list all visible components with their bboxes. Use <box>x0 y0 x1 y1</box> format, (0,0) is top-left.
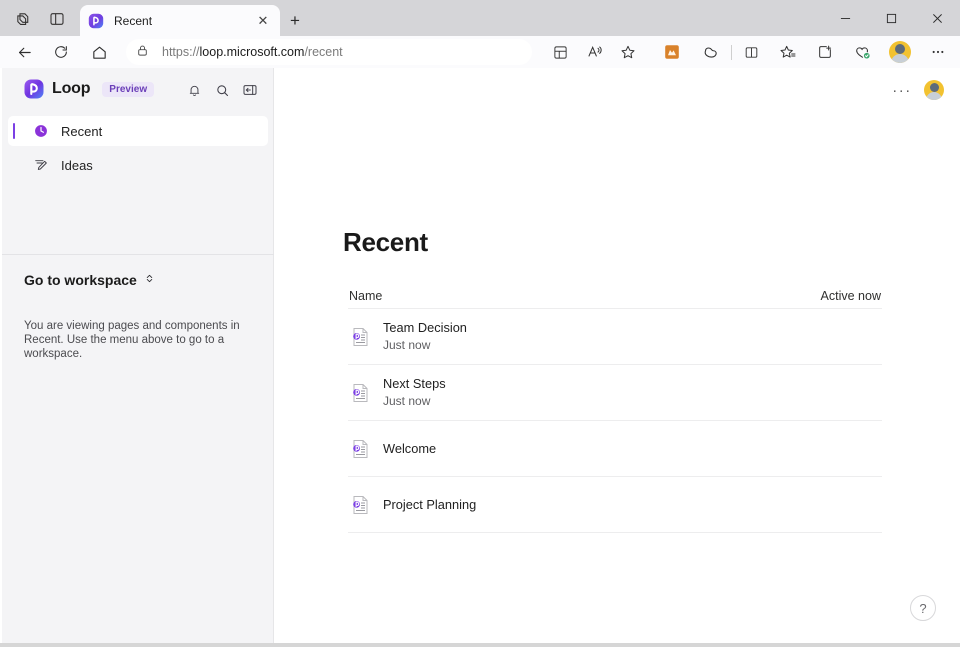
sidebar-item-recent[interactable]: Recent <box>8 116 268 146</box>
lock-icon <box>136 44 152 60</box>
collapse-panel-icon[interactable] <box>240 80 260 100</box>
url-scheme: https:// <box>162 45 200 59</box>
sidebar-header: Loop Preview <box>2 68 274 110</box>
loop-page-icon <box>348 381 372 405</box>
close-tab-icon[interactable]: ✕ <box>254 12 272 30</box>
home-icon[interactable] <box>87 40 111 64</box>
collections-icon[interactable] <box>813 40 837 64</box>
list-item-title: Next Steps <box>383 376 446 392</box>
back-arrow-icon[interactable] <box>12 40 36 64</box>
list-item-subtitle: Just now <box>383 338 467 353</box>
page-title: Recent <box>343 227 428 258</box>
sidebar-divider <box>2 254 274 255</box>
content-topbar: ··· <box>890 78 944 102</box>
list-item[interactable]: Project Planning <box>348 476 882 532</box>
loop-favicon <box>88 13 104 29</box>
split-screen-icon[interactable] <box>739 40 763 64</box>
loop-page-icon <box>348 493 372 517</box>
list-item[interactable]: Welcome <box>348 420 882 476</box>
list-item-text: Next Steps Just now <box>383 376 446 409</box>
copilot-extension-icon[interactable] <box>698 40 722 64</box>
list-item-title: Team Decision <box>383 320 467 336</box>
maximize-button[interactable] <box>868 0 914 36</box>
browser-tab[interactable]: Recent ✕ <box>80 5 280 36</box>
url-host: loop.microsoft.com <box>200 45 305 59</box>
collections-split-icon[interactable] <box>548 40 572 64</box>
column-header-name: Name <box>349 289 821 303</box>
profile-avatar-icon[interactable] <box>887 39 913 65</box>
loop-wordmark: Loop <box>52 80 90 98</box>
sidebar-nav: Recent Ideas <box>2 116 274 184</box>
workspace-label: Go to workspace <box>24 272 137 288</box>
loop-sidebar: Loop Preview <box>2 68 274 643</box>
address-bar[interactable]: https://loop.microsoft.com/recent <box>126 39 532 65</box>
copilot-cube-icon[interactable] <box>12 8 34 30</box>
window-controls <box>822 0 960 36</box>
new-tab-button[interactable]: + <box>284 9 306 31</box>
list-item-text: Team Decision Just now <box>383 320 467 353</box>
loop-page-icon <box>348 437 372 461</box>
search-icon[interactable] <box>212 80 232 100</box>
column-header-active: Active now <box>821 289 881 303</box>
title-bar: Recent ✕ + <box>0 0 960 36</box>
list-item-title: Welcome <box>383 441 436 457</box>
read-aloud-icon[interactable] <box>583 40 607 64</box>
clock-icon <box>32 122 50 140</box>
browser-window: Recent ✕ + <box>0 0 960 647</box>
list-item-subtitle: Just now <box>383 394 446 409</box>
sidebar-header-actions <box>184 80 260 100</box>
browser-toolbar: https://loop.microsoft.com/recent <box>0 36 960 68</box>
main-content: ··· Recent Name Active now <box>275 68 958 643</box>
settings-more-icon[interactable] <box>926 40 950 64</box>
user-avatar-icon[interactable] <box>924 80 944 100</box>
sidebar-item-ideas[interactable]: Ideas <box>8 150 268 180</box>
tab-title: Recent <box>114 14 254 28</box>
sidebar-item-label: Recent <box>61 124 102 139</box>
url-path: /recent <box>304 45 342 59</box>
reload-icon[interactable] <box>49 40 73 64</box>
list-item-title: Project Planning <box>383 497 476 513</box>
list-item-text: Welcome <box>383 441 436 457</box>
preview-badge: Preview <box>102 82 154 97</box>
list-item-text: Project Planning <box>383 497 476 513</box>
list-item[interactable]: Next Steps Just now <box>348 364 882 420</box>
more-options-button[interactable]: ··· <box>890 78 914 102</box>
loop-logo-icon <box>24 79 44 99</box>
favorite-star-icon[interactable] <box>616 40 640 64</box>
selection-indicator <box>13 123 15 139</box>
tab-actions-icon[interactable] <box>46 8 68 30</box>
close-button[interactable] <box>914 0 960 36</box>
extension-orange-icon[interactable] <box>660 40 684 64</box>
minimize-button[interactable] <box>822 0 868 36</box>
list-item[interactable]: Team Decision Just now <box>348 308 882 364</box>
recent-list: Name Active now <box>348 284 882 533</box>
toolbar-divider <box>731 45 732 60</box>
favorites-bar-icon[interactable] <box>776 40 800 64</box>
list-column-headers: Name Active now <box>348 284 882 308</box>
page-viewport: Loop Preview <box>0 68 960 643</box>
avatar <box>889 41 911 63</box>
loop-page-icon <box>348 325 372 349</box>
pencil-idea-icon <box>32 156 50 174</box>
sidebar-item-label: Ideas <box>61 158 93 173</box>
url-text: https://loop.microsoft.com/recent <box>162 45 343 59</box>
sidebar-note: You are viewing pages and components in … <box>24 320 256 361</box>
help-button[interactable]: ? <box>910 595 936 621</box>
list-bottom-divider <box>348 532 882 533</box>
chevron-updown-icon <box>144 271 155 289</box>
notifications-bell-icon[interactable] <box>184 80 204 100</box>
loop-brand[interactable]: Loop Preview <box>24 79 154 99</box>
go-to-workspace-button[interactable]: Go to workspace <box>24 271 155 289</box>
browser-essentials-icon[interactable] <box>850 40 874 64</box>
